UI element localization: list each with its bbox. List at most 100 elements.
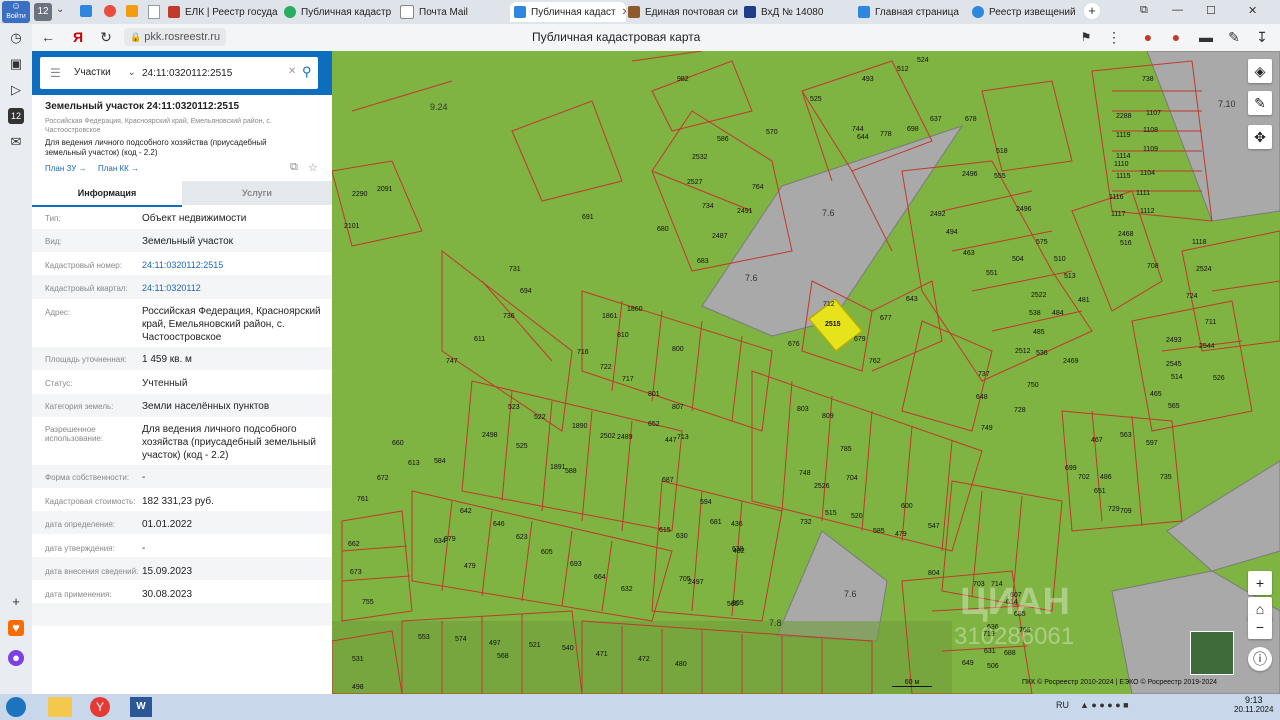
parcel-number-label[interactable]: 716	[577, 349, 589, 356]
copy-icon[interactable]: ⧉	[290, 161, 298, 174]
parcel-number-label[interactable]: 2524	[1196, 266, 1212, 273]
yandex-tab-icon[interactable]	[104, 5, 116, 17]
parcel-number-label[interactable]: 588	[565, 468, 577, 475]
parcel-number-label[interactable]: 547	[928, 523, 940, 530]
parcel-number-label[interactable]: 515	[825, 510, 837, 517]
parcel-number-label[interactable]: 708	[1147, 263, 1159, 270]
zoom-in-button[interactable]: +	[1248, 571, 1272, 595]
parcel-number-label[interactable]: 982	[677, 76, 689, 83]
yandex-browser-icon[interactable]: Y	[90, 697, 110, 717]
tray-icons[interactable]: ▲ ● ● ● ● ■	[1080, 700, 1129, 710]
parcel-number-label[interactable]: 747	[446, 358, 458, 365]
parcel-number-label[interactable]: 691	[582, 214, 594, 221]
parcel-number-label[interactable]: 1861	[602, 313, 618, 320]
parcel-number-label[interactable]: 729	[1108, 506, 1120, 513]
word-icon[interactable]: W	[130, 697, 152, 717]
parcel-number-label[interactable]: 693	[570, 561, 582, 568]
parcel-number-label[interactable]: 699	[1065, 465, 1077, 472]
parcel-number-label[interactable]: 646	[493, 521, 505, 528]
parcel-number-label[interactable]: 630	[676, 533, 688, 540]
parcel-number-label[interactable]: 486	[1100, 474, 1112, 481]
parcel-number-label[interactable]: 525	[516, 443, 528, 450]
parcel-number-label[interactable]: 651	[1094, 488, 1106, 495]
parcel-number-label[interactable]: 471	[596, 651, 608, 658]
parcel-number-label[interactable]: 1117	[1111, 211, 1126, 218]
parcel-number-label[interactable]: 479	[464, 563, 476, 570]
minimize-icon[interactable]: —	[1172, 4, 1183, 16]
alice-icon[interactable]: ●	[8, 650, 24, 666]
parcel-number-label[interactable]: 2491	[737, 208, 753, 215]
tab-vhd[interactable]: ВхД № 14080	[744, 2, 850, 22]
parcel-number-label[interactable]: 807	[672, 404, 684, 411]
parcel-number-label[interactable]: 678	[965, 116, 977, 123]
parcel-number-label[interactable]: 662	[348, 541, 360, 548]
parcel-number-label[interactable]: 485	[1033, 329, 1045, 336]
parcel-number-label[interactable]: 2288	[1116, 113, 1132, 120]
parcel-number-label[interactable]: 2469	[1063, 358, 1079, 365]
document-tab-icon[interactable]	[148, 5, 160, 19]
parcel-number-label[interactable]: 436	[731, 521, 743, 528]
parcel-number-label[interactable]: 586	[717, 136, 729, 143]
zoom-out-button[interactable]: −	[1248, 615, 1272, 639]
parcel-number-label[interactable]: 642	[460, 508, 472, 515]
parcel-number-label[interactable]: 518	[996, 148, 1008, 155]
basemap-thumbnail[interactable]	[1190, 631, 1234, 675]
parcel-number-label[interactable]: 2545	[1166, 361, 1182, 368]
parcel-number-label[interactable]: 737	[978, 371, 990, 378]
url-field[interactable]: 🔒 pkk.rosreestr.ru	[124, 28, 227, 46]
tab-elk[interactable]: ЕЛК | Реестр государ	[168, 2, 278, 22]
parcel-number-label[interactable]: 2493	[1166, 337, 1182, 344]
tab-main-page[interactable]: Главная страница	[858, 2, 966, 22]
parcel-number-label[interactable]: 755	[362, 599, 374, 606]
cadastral-quarter-link[interactable]: 24:11:0320112	[142, 282, 327, 295]
parcel-number-label[interactable]: 513	[1064, 273, 1076, 280]
parcel-number-label[interactable]: 687	[662, 477, 674, 484]
language-indicator[interactable]: RU	[1056, 700, 1069, 710]
tab-services[interactable]: Услуги	[182, 181, 332, 205]
parcel-number-label[interactable]: 778	[880, 131, 892, 138]
parcel-number-label[interactable]: 732	[800, 519, 812, 526]
parcel-number-label[interactable]: 623	[516, 534, 528, 541]
parcel-number-label[interactable]: 2526	[814, 483, 830, 490]
extension-icon-3[interactable]: ▬	[1198, 29, 1214, 45]
close-tab-icon[interactable]: ✕	[622, 7, 626, 18]
plan-zu-link[interactable]: План ЗУ →	[45, 164, 87, 173]
parcel-number-label[interactable]: 2492	[930, 211, 946, 218]
parcel-number-label[interactable]: 498	[352, 684, 364, 691]
cadastral-map[interactable]: 9.24 7.10 7.6 7.6 7.6 7.8 2515 982 493 512…	[332, 51, 1280, 694]
parcel-number-label[interactable]: 551	[986, 270, 998, 277]
parcel-number-label[interactable]: 704	[846, 475, 858, 482]
bookmark-icon[interactable]: ⚑	[1078, 29, 1094, 45]
reload-icon[interactable]: ↻	[98, 29, 114, 45]
parcel-number-label[interactable]: 744	[852, 126, 864, 133]
parcel-number-label[interactable]: 2468	[1118, 231, 1134, 238]
parcel-number-label[interactable]: 1108	[1143, 127, 1158, 134]
parcel-number-label[interactable]: 2522	[1031, 292, 1047, 299]
parcel-number-label[interactable]: 2290	[352, 191, 368, 198]
parcel-number-label[interactable]: 1860	[627, 306, 643, 313]
parcel-number-label[interactable]: 594	[700, 499, 712, 506]
tab-postal[interactable]: Единая почтовая си	[628, 2, 738, 22]
history-icon[interactable]: ◷	[8, 30, 24, 46]
layers-button[interactable]: ◈	[1248, 59, 1272, 83]
parcel-number-label[interactable]: 1890	[572, 423, 588, 430]
measure-button[interactable]: ✎	[1248, 91, 1272, 115]
parcel-number-label[interactable]: 736	[503, 313, 515, 320]
close-window-icon[interactable]: ✕	[1248, 4, 1257, 17]
explorer-icon[interactable]	[48, 697, 72, 717]
parcel-number-label[interactable]: 738	[1142, 76, 1154, 83]
yandex-icon[interactable]: Я	[70, 29, 86, 45]
back-arrow-icon[interactable]: ←	[40, 29, 56, 45]
extension-icon-1[interactable]: ●	[1140, 29, 1156, 45]
star-icon[interactable]: ☆	[308, 161, 318, 174]
parcel-number-label[interactable]: 660	[392, 440, 404, 447]
download-icon[interactable]: ↧	[1254, 29, 1270, 45]
pinned-tab-icon-2[interactable]	[126, 5, 138, 17]
parcel-number-label[interactable]: 510	[1054, 256, 1066, 263]
parcel-number-label[interactable]: 711	[1205, 319, 1216, 326]
parcel-number-label[interactable]: 522	[534, 414, 546, 421]
parcel-number-label[interactable]: 735	[1160, 474, 1172, 481]
parcel-number-label[interactable]: 516	[1120, 240, 1132, 247]
tabs-menu-chevron-icon[interactable]: ⌄	[56, 4, 64, 15]
parcel-number-label[interactable]: 634	[434, 538, 446, 545]
